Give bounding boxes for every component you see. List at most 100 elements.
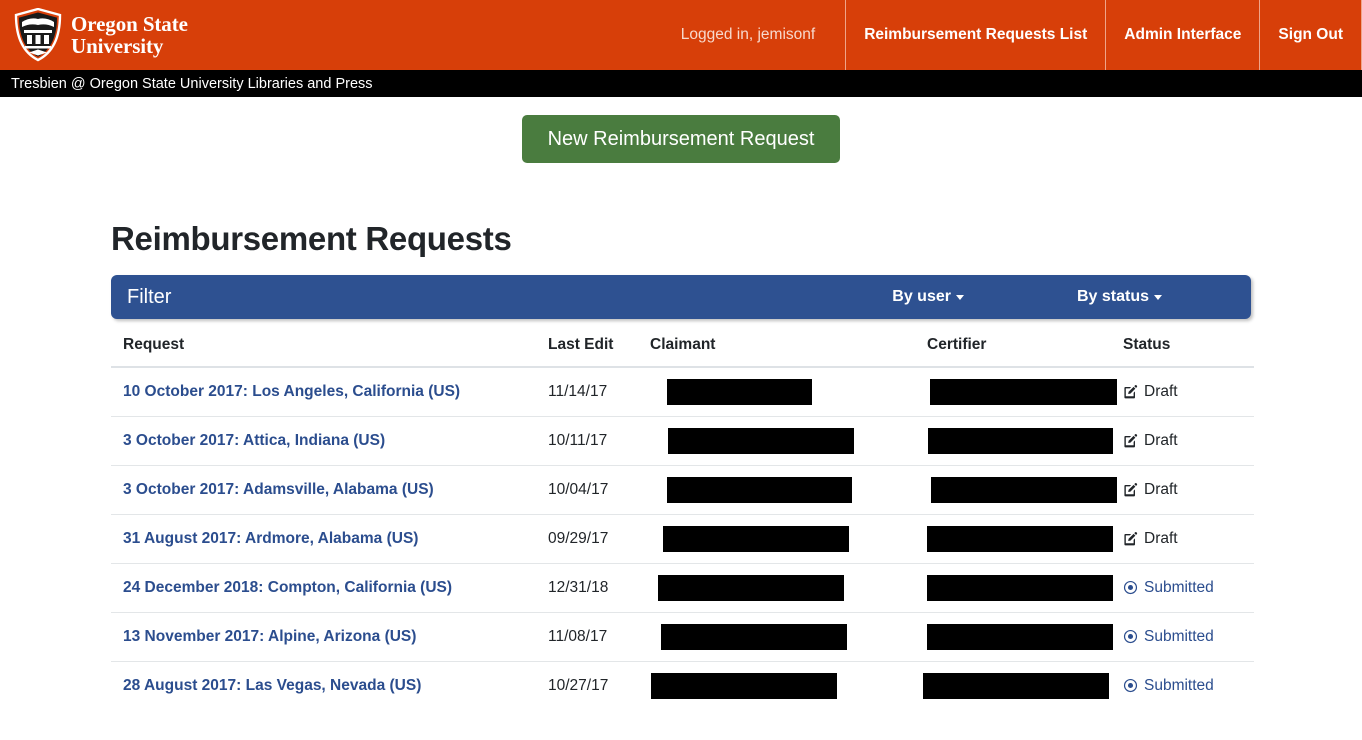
brand-logo[interactable]: Oregon State University	[0, 0, 188, 70]
cell-last-edit: 11/08/17	[548, 611, 650, 661]
table-header-row: Request Last Edit Claimant Certifier Sta…	[111, 330, 1254, 368]
status-label: Draft	[1144, 431, 1178, 449]
cell-request: 3 October 2017: Attica, Indiana (US)	[111, 415, 548, 465]
edit-pencil-square-icon	[1123, 384, 1138, 399]
table-header: Request Last Edit Claimant Certifier Sta…	[111, 330, 1254, 368]
cell-request: 13 November 2017: Alpine, Arizona (US)	[111, 611, 548, 661]
site-subtitle-bar: Tresbien @ Oregon State University Libra…	[0, 70, 1362, 97]
redacted-certifier	[923, 672, 1109, 699]
top-navigation-bar: Oregon State University Logged in, jemis…	[0, 0, 1362, 70]
cell-request: 28 August 2017: Las Vegas, Nevada (US)	[111, 660, 548, 710]
cell-status: Draft	[1123, 367, 1254, 416]
brand-wordmark: Oregon State University	[71, 11, 188, 58]
cell-request: 24 December 2018: Compton, California (U…	[111, 562, 548, 612]
edit-pencil-square-icon	[1123, 482, 1138, 497]
brand-line-1: Oregon State	[71, 11, 188, 36]
cell-certifier	[927, 513, 1123, 563]
status-label: Draft	[1144, 529, 1178, 547]
nav-admin-interface[interactable]: Admin Interface	[1105, 0, 1259, 70]
filter-label: Filter	[127, 285, 172, 308]
redacted-claimant	[663, 525, 849, 552]
cell-request: 31 August 2017: Ardmore, Alabama (US)	[111, 513, 548, 563]
cell-claimant	[650, 660, 927, 710]
status-badge: Draft	[1123, 530, 1254, 548]
redacted-certifier	[930, 378, 1117, 405]
nav-reimbursement-requests-list[interactable]: Reimbursement Requests List	[845, 0, 1105, 70]
nav-sign-out[interactable]: Sign Out	[1259, 0, 1362, 70]
cell-certifier	[923, 660, 1123, 710]
cell-last-edit: 10/11/17	[548, 415, 650, 465]
brand-line-2: University	[71, 33, 164, 58]
column-header-request: Request	[111, 330, 548, 368]
nav-items: Logged in, jemisonf Reimbursement Reques…	[663, 0, 1362, 70]
redacted-claimant	[668, 427, 854, 454]
column-header-last-edit: Last Edit	[548, 330, 650, 368]
cell-certifier	[927, 367, 1123, 416]
cell-status: Submitted	[1123, 660, 1254, 710]
new-reimbursement-request-button[interactable]: New Reimbursement Request	[521, 115, 841, 163]
cell-claimant	[650, 513, 927, 563]
chevron-down-icon	[955, 294, 964, 300]
site-subtitle-text: Tresbien @ Oregon State University Libra…	[11, 75, 373, 92]
dot-circle-icon	[1123, 580, 1138, 595]
cell-last-edit: 10/27/17	[548, 660, 650, 710]
cell-certifier	[927, 562, 1123, 612]
filter-bar: Filter By user By status	[111, 275, 1251, 319]
table-row: 31 August 2017: Ardmore, Alabama (US) 09/…	[111, 513, 1254, 563]
table-row: 24 December 2018: Compton, California (U…	[111, 562, 1254, 612]
cell-status: Submitted	[1123, 611, 1254, 661]
cell-last-edit: 11/14/17	[548, 382, 608, 400]
chevron-down-icon	[1154, 294, 1162, 300]
redacted-certifier	[928, 427, 1113, 454]
cell-claimant	[650, 415, 927, 465]
page-title: Reimbursement Requests	[111, 220, 512, 257]
column-header-status: Status	[1123, 330, 1254, 368]
status-label: Submitted	[1144, 578, 1214, 596]
status-label: Draft	[1144, 480, 1178, 498]
filter-by-status-dropdown[interactable]: By status	[1077, 288, 1162, 306]
status-badge: Submitted	[1123, 579, 1254, 597]
redacted-claimant	[667, 476, 852, 503]
status-badge: Submitted	[1123, 628, 1254, 646]
cell-last-edit: 12/31/18	[548, 562, 650, 612]
status-badge: Draft	[1123, 481, 1254, 499]
redacted-claimant	[658, 574, 844, 601]
request-link[interactable]: 24 December 2018: Compton, California (U…	[123, 579, 452, 596]
table-row: 3 October 2017: Attica, Indiana (US) 10/1…	[111, 415, 1254, 465]
table-row: 3 October 2017: Adamsville, Alabama (US)…	[111, 464, 1254, 514]
status-badge: Draft	[1123, 383, 1254, 401]
redacted-certifier	[927, 525, 1113, 552]
filter-by-user-label: By user	[892, 288, 951, 305]
edit-pencil-square-icon	[1123, 433, 1138, 448]
cell-last-edit: 10/04/17	[548, 464, 650, 514]
filter-by-status-label: By status	[1076, 288, 1149, 305]
column-header-certifier: Certifier	[927, 330, 1123, 368]
cell-claimant	[650, 611, 927, 661]
redacted-claimant	[661, 623, 847, 650]
dot-circle-icon	[1123, 678, 1138, 693]
cell-status: Draft	[1123, 415, 1254, 465]
cell-certifier	[927, 415, 1123, 465]
cell-status: Draft	[1123, 513, 1254, 563]
redacted-certifier	[927, 574, 1113, 601]
dot-circle-icon	[1123, 629, 1138, 644]
cell-request: 3 October 2017: Adamsville, Alabama (US)	[111, 464, 548, 514]
main-content: Reimbursement Requests Filter By user By…	[0, 163, 1362, 710]
logged-in-status: Logged in, jemisonf	[680, 26, 816, 43]
cell-claimant	[650, 562, 927, 612]
cell-claimant	[650, 367, 927, 416]
request-link[interactable]: 10 October 2017: Los Angeles, California…	[123, 383, 460, 400]
redacted-certifier	[927, 623, 1113, 650]
cell-certifier	[927, 611, 1123, 661]
request-link[interactable]: 31 August 2017: Ardmore, Alabama (US)	[123, 530, 418, 547]
request-link[interactable]: 3 October 2017: Attica, Indiana (US)	[123, 432, 385, 449]
request-link[interactable]: 28 August 2017: Las Vegas, Nevada (US)	[123, 677, 421, 694]
table-body: 10 October 2017: Los Angeles, California…	[111, 367, 1254, 710]
status-label: Submitted	[1144, 676, 1214, 694]
filter-by-user-dropdown[interactable]: By user	[892, 288, 964, 306]
request-link[interactable]: 13 November 2017: Alpine, Arizona (US)	[123, 628, 416, 645]
edit-pencil-square-icon	[1123, 531, 1138, 546]
new-request-button-row: New Reimbursement Request	[0, 97, 1362, 163]
request-link[interactable]: 3 October 2017: Adamsville, Alabama (US)	[123, 481, 434, 498]
